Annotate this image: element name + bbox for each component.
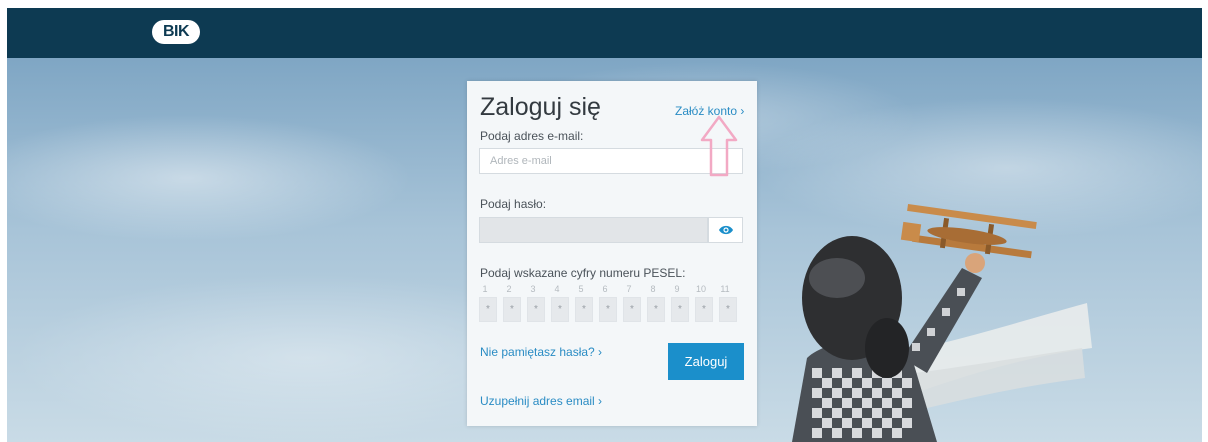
pesel-position: 3 bbox=[530, 284, 536, 294]
password-label: Podaj hasło: bbox=[480, 197, 547, 211]
pesel-position: 7 bbox=[626, 284, 632, 294]
bik-logo[interactable]: BIK bbox=[152, 20, 200, 44]
pesel-digit-box[interactable]: * bbox=[599, 297, 617, 322]
pesel-position: 4 bbox=[554, 284, 560, 294]
pesel-position: 2 bbox=[506, 284, 512, 294]
pesel-digit-box[interactable]: * bbox=[671, 297, 689, 322]
pesel-digit-box[interactable]: * bbox=[575, 297, 593, 322]
pesel-digit-fields: * * * * * * * * * * * bbox=[479, 297, 743, 323]
email-label: Podaj adres e-mail: bbox=[480, 129, 584, 143]
pesel-position: 8 bbox=[650, 284, 656, 294]
pesel-position: 1 bbox=[482, 284, 488, 294]
pesel-position: 10 bbox=[695, 284, 706, 294]
pesel-position: 11 bbox=[720, 284, 730, 294]
show-password-button[interactable] bbox=[708, 217, 743, 243]
hero-background: Zaloguj się Załóż konto › Podaj adres e-… bbox=[7, 58, 1202, 442]
pesel-position-numbers: 1 2 3 4 5 6 7 8 9 10 11 bbox=[480, 284, 744, 296]
page-frame: BIK Zaloguj się Załóż konto › Podaj adre… bbox=[7, 8, 1202, 442]
complete-email-link[interactable]: Uzupełnij adres email › bbox=[480, 394, 602, 408]
pesel-digit-box[interactable]: * bbox=[479, 297, 497, 322]
pesel-digit-box[interactable]: * bbox=[623, 297, 641, 322]
pesel-label: Podaj wskazane cyfry numeru PESEL: bbox=[480, 266, 686, 280]
pesel-position: 6 bbox=[602, 284, 608, 294]
pesel-digit-box[interactable]: * bbox=[647, 297, 665, 322]
eye-icon bbox=[718, 225, 733, 235]
login-title: Zaloguj się bbox=[480, 93, 601, 121]
pesel-position: 9 bbox=[674, 284, 680, 294]
top-header: BIK bbox=[7, 8, 1202, 58]
up-arrow-icon bbox=[700, 115, 738, 177]
login-button[interactable]: Zaloguj bbox=[668, 343, 744, 380]
pesel-digit-box[interactable]: * bbox=[695, 297, 713, 322]
pesel-digit-box[interactable]: * bbox=[527, 297, 545, 322]
forgot-password-link[interactable]: Nie pamiętasz hasła? › bbox=[480, 345, 602, 359]
pesel-digit-box[interactable]: * bbox=[503, 297, 521, 322]
pesel-digit-box[interactable]: * bbox=[719, 297, 737, 322]
pesel-digit-box[interactable]: * bbox=[551, 297, 569, 322]
pesel-position: 5 bbox=[578, 284, 584, 294]
password-input[interactable] bbox=[479, 217, 708, 243]
